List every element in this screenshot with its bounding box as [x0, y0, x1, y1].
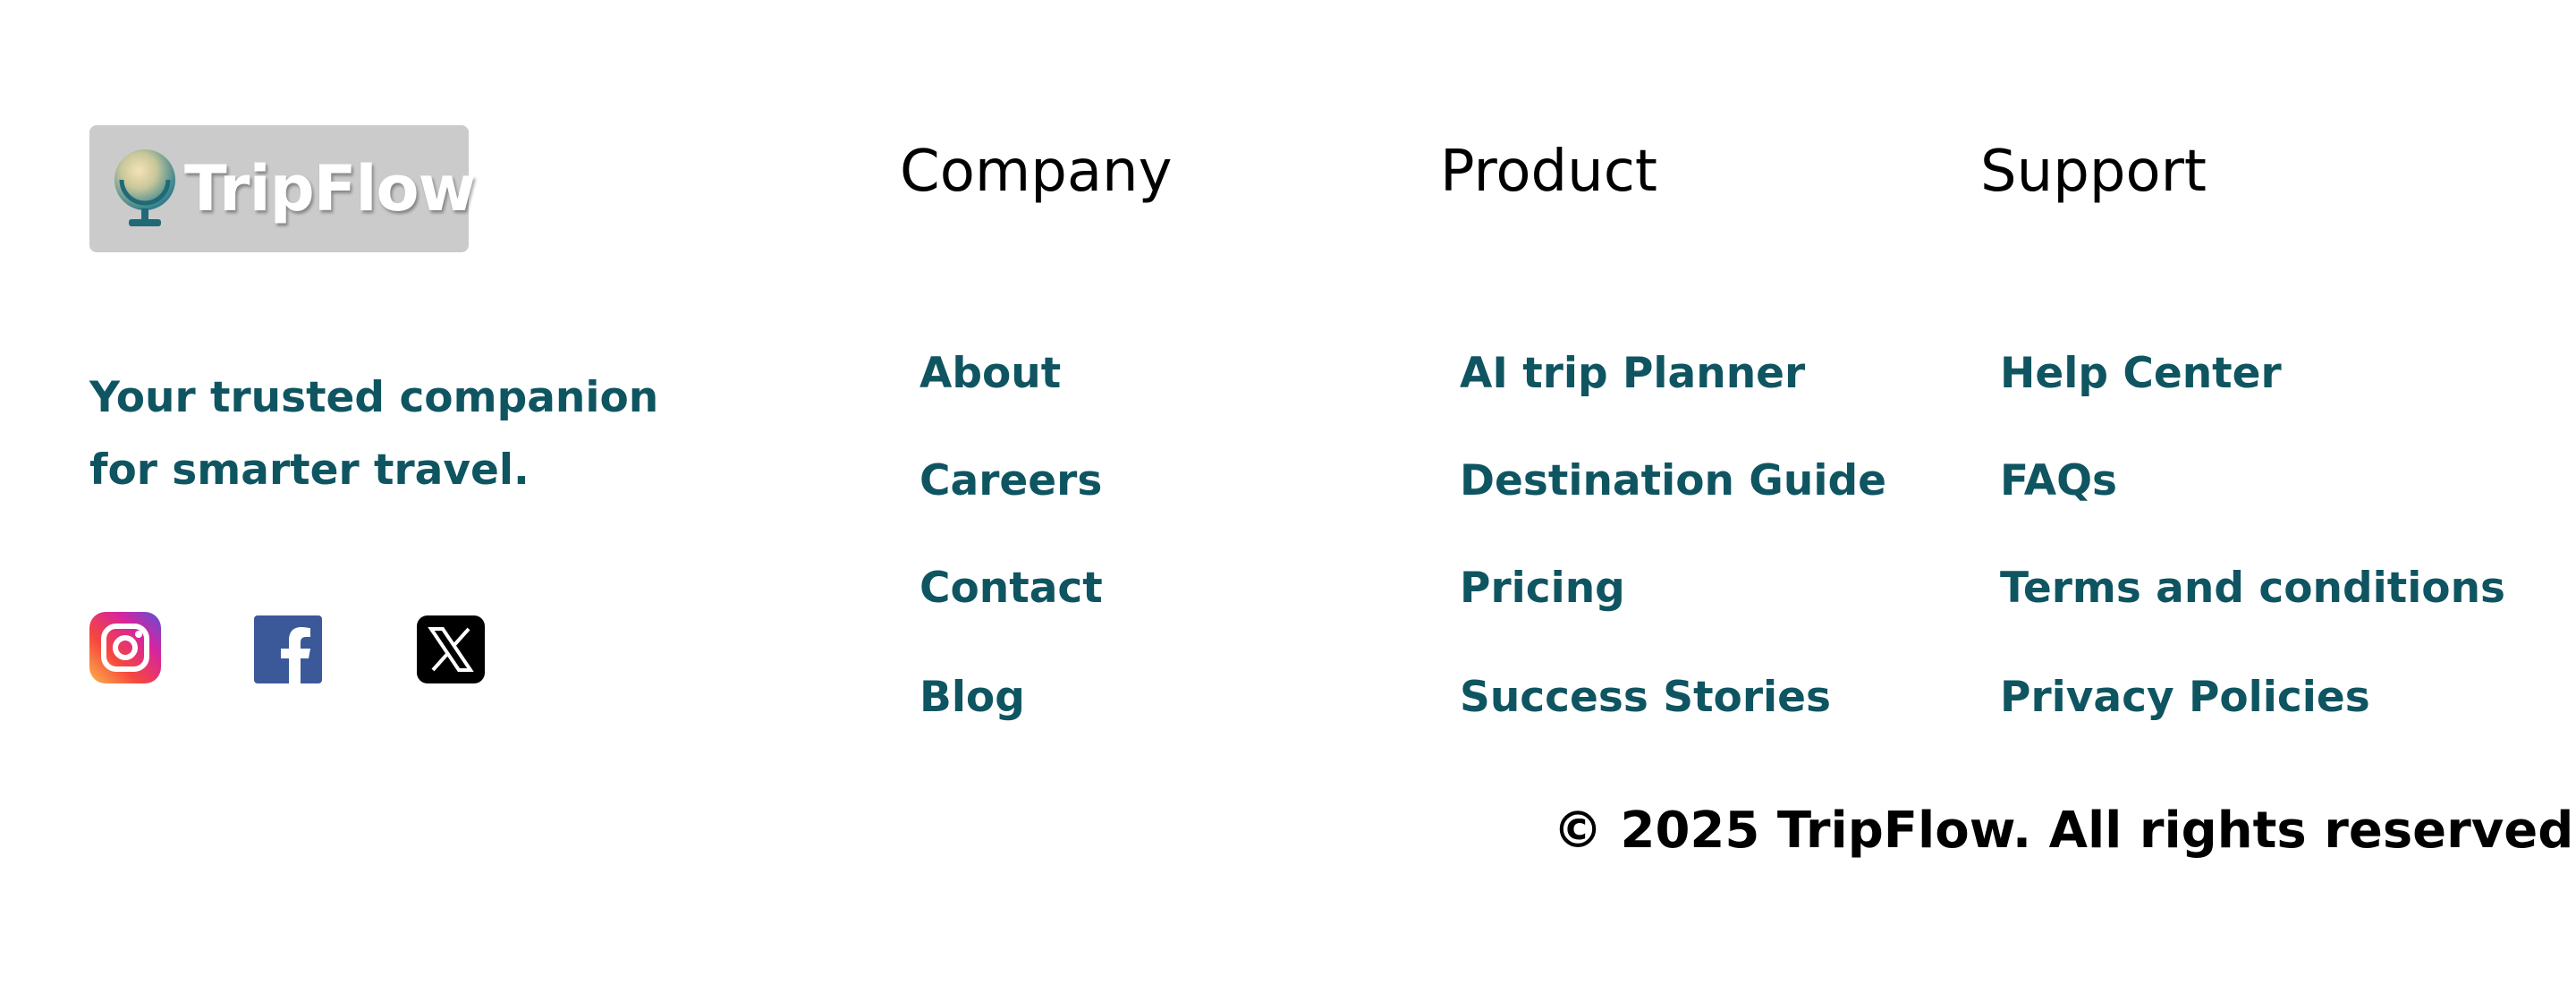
product-column: Product AI trip Planner Destination Guid… [1440, 138, 1886, 722]
instagram-icon[interactable] [89, 612, 161, 683]
list-item: Pricing [1460, 562, 1625, 615]
company-heading: Company [900, 139, 1173, 205]
x-icon[interactable] [417, 615, 485, 683]
help-center-link[interactable]: Help Center [2000, 349, 2282, 398]
facebook-icon[interactable] [254, 615, 322, 683]
support-column: Support Help Center FAQs Terms and condi… [1980, 138, 2505, 722]
list-item: Blog [919, 671, 1025, 725]
careers-link[interactable]: Careers [919, 456, 1102, 505]
brand-name: TripFlow [184, 152, 476, 225]
faqs-link[interactable]: FAQs [2000, 456, 2117, 505]
list-item: Contact [919, 562, 1103, 615]
about-link[interactable]: About [919, 349, 1061, 398]
list-item: Terms and conditions [2000, 562, 2505, 615]
brand-logo[interactable]: TripFlow [89, 125, 476, 252]
list-item: Privacy Policies [2000, 671, 2370, 725]
list-item: Success Stories [1460, 671, 1831, 725]
list-item: Destination Guide [1460, 454, 1886, 508]
support-heading: Support [1980, 139, 2207, 205]
list-item: Help Center [2000, 347, 2282, 401]
contact-link[interactable]: Contact [919, 564, 1103, 613]
success-stories-link[interactable]: Success Stories [1460, 673, 1831, 722]
copyright-text: © 2025 TripFlow. All rights reserved. [1553, 802, 2576, 860]
terms-link[interactable]: Terms and conditions [2000, 564, 2505, 613]
brand-tagline: Your trusted companion for smarter trave… [89, 373, 659, 495]
blog-link[interactable]: Blog [919, 673, 1025, 722]
list-item: Careers [919, 454, 1102, 508]
privacy-policies-link[interactable]: Privacy Policies [2000, 673, 2370, 722]
company-column: Company About Careers Contact Blog [900, 138, 1173, 722]
pricing-link[interactable]: Pricing [1460, 564, 1625, 613]
list-item: FAQs [2000, 454, 2117, 508]
list-item: About [919, 347, 1061, 401]
ai-trip-planner-link[interactable]: AI trip Planner [1460, 349, 1805, 398]
site-footer: TripFlow Your trusted companion for smar… [0, 0, 2576, 993]
destination-guide-link[interactable]: Destination Guide [1460, 456, 1886, 505]
globe-icon [109, 144, 179, 233]
list-item: AI trip Planner [1460, 347, 1805, 401]
product-heading: Product [1440, 139, 1657, 205]
